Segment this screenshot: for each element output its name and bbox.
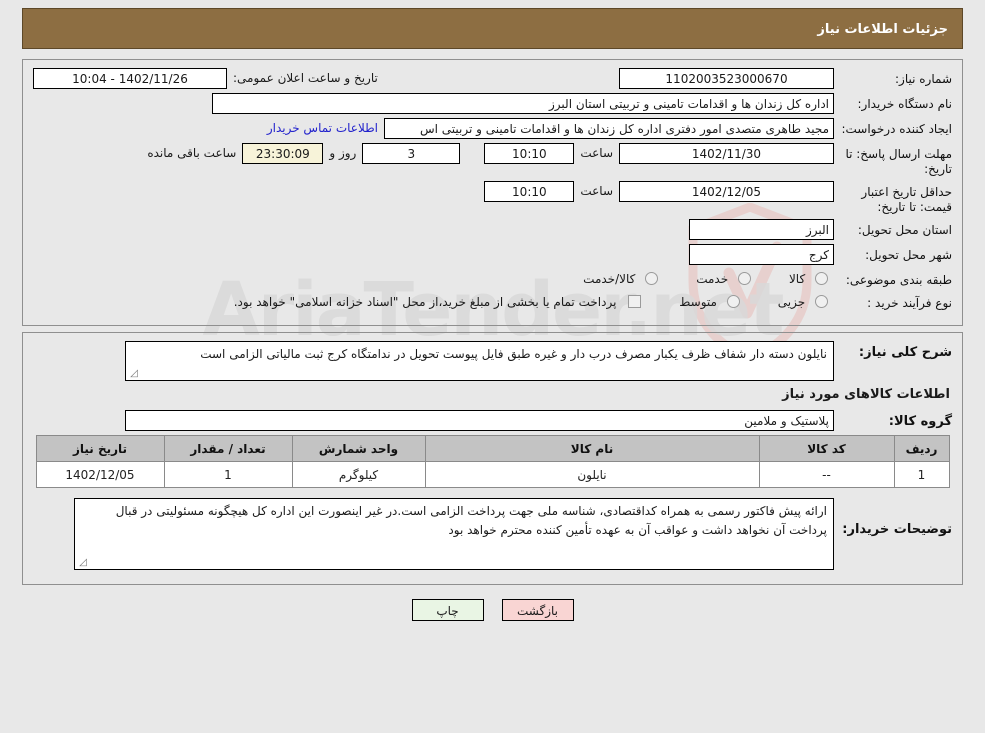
buyer-notes-label: توضیحات خریدار: <box>842 522 952 537</box>
validity-hour-label: ساعت <box>580 184 613 198</box>
radio-process-0[interactable] <box>815 295 828 308</box>
summary-label: شرح کلی نیاز: <box>858 345 952 360</box>
deadline-label: مهلت ارسال پاسخ: تا تاریخ: <box>845 147 952 176</box>
col-index: ردیف <box>893 435 950 462</box>
deadline-hour-label: ساعت <box>580 146 613 160</box>
summary-textarea[interactable]: نایلون دسته دار شفاف ظرف یکبار مصرف درب … <box>125 341 834 381</box>
table-row: 1 -- نایلون کیلوگرم 1 1402/12/05 <box>35 461 950 488</box>
need-number-value: 1102003523000670 <box>619 68 834 89</box>
col-name: نام کالا <box>424 435 760 462</box>
cell-date: 1402/12/05 <box>35 461 165 488</box>
resize-grip-icon[interactable]: ◿ <box>128 369 138 379</box>
print-button[interactable]: چاپ <box>411 599 484 621</box>
cell-unit: کیلوگرم <box>291 461 426 488</box>
cell-index: 1 <box>893 461 950 488</box>
page-root: جزئیات اطلاعات نیاز شماره نیاز: 11020035… <box>0 0 985 621</box>
row-deadline: مهلت ارسال پاسخ: تا تاریخ: 1402/11/30 سا… <box>33 143 952 177</box>
process-label: نوع فرآیند خرید : <box>867 296 952 310</box>
col-code: کد کالا <box>758 435 895 462</box>
category-option-0[interactable]: کالا <box>789 269 834 286</box>
resize-grip-icon-notes[interactable]: ◿ <box>77 558 87 568</box>
category-option-2-label: کالا/خدمت <box>583 272 636 286</box>
row-summary: شرح کلی نیاز: نایلون دسته دار شفاف ظرف ی… <box>33 341 952 381</box>
row-province: استان محل تحویل: البرز <box>33 219 952 240</box>
city-label: شهر محل تحویل: <box>865 248 952 262</box>
validity-time: 10:10 <box>484 181 575 202</box>
goods-group-label: گروه کالا: <box>888 414 952 429</box>
checkbox-treasury-note[interactable] <box>628 295 642 308</box>
days-remaining: 3 <box>362 143 461 164</box>
col-qty: تعداد / مقدار <box>163 435 293 462</box>
city-value: کرج <box>689 244 834 265</box>
validity-label: حداقل تاریخ اعتبار قیمت: تا تاریخ: <box>861 185 952 214</box>
row-category: طبقه بندی موضوعی: کالا خدمت کالا/خدمت <box>33 269 952 288</box>
goods-section-title: اطلاعات کالاهای مورد نیاز <box>782 387 950 402</box>
summary-text: نایلون دسته دار شفاف ظرف یکبار مصرف درب … <box>200 347 827 361</box>
radio-category-1[interactable] <box>737 272 751 285</box>
announce-value: 1402/11/26 - 10:04 <box>33 68 227 89</box>
back-button[interactable]: بازگشت <box>501 599 574 621</box>
row-buyer-org: نام دستگاه خریدار: اداره کل زندان ها و ا… <box>33 93 952 114</box>
requester-label: ایجاد کننده درخواست: <box>841 122 952 136</box>
category-option-2[interactable]: کالا/خدمت <box>583 269 664 286</box>
cell-qty: 1 <box>163 461 293 488</box>
treasury-note-label: پرداخت تمام یا بخشی از مبلغ خرید،از محل … <box>233 295 617 309</box>
cell-code: -- <box>758 461 895 488</box>
category-option-0-label: کالا <box>788 272 806 286</box>
buyer-contact-link[interactable]: اطلاعات تماس خریدار <box>267 121 378 135</box>
buyer-org-label: نام دستگاه خریدار: <box>857 97 953 111</box>
goods-table: ردیف کد کالا نام کالا واحد شمارش تعداد /… <box>35 435 950 488</box>
cell-name: نایلون <box>424 461 760 488</box>
province-value: البرز <box>689 219 834 240</box>
category-label: طبقه بندی موضوعی: <box>845 273 952 287</box>
process-option-0-label: جزیی <box>777 295 806 309</box>
row-validity: حداقل تاریخ اعتبار قیمت: تا تاریخ: 1402/… <box>33 181 952 215</box>
requester-value: مجید طاهری متصدی امور دفتری اداره کل زند… <box>384 118 834 139</box>
category-option-1[interactable]: خدمت <box>696 269 757 286</box>
category-option-1-label: خدمت <box>696 272 729 286</box>
col-unit: واحد شمارش <box>291 435 426 462</box>
goods-group-value: پلاستیک و ملامین <box>125 410 834 431</box>
row-need-number: شماره نیاز: 1102003523000670 تاریخ و ساع… <box>33 68 952 89</box>
process-option-1[interactable]: متوسط <box>679 292 746 309</box>
radio-category-0[interactable] <box>815 272 828 285</box>
treasury-note-option[interactable]: پرداخت تمام یا بخشی از مبلغ خرید،از محل … <box>234 292 650 309</box>
time-remaining: 23:30:09 <box>242 143 324 164</box>
radio-category-2[interactable] <box>645 272 659 285</box>
footer-button-bar: بازگشت چاپ <box>22 599 963 621</box>
need-info-panel: شماره نیاز: 1102003523000670 تاریخ و ساع… <box>22 59 963 326</box>
row-process: نوع فرآیند خرید : جزیی متوسط پرداخت تمام… <box>33 292 952 311</box>
table-header-row: ردیف کد کالا نام کالا واحد شمارش تعداد /… <box>35 435 950 462</box>
process-option-1-label: متوسط <box>679 295 717 309</box>
need-number-label: شماره نیاز: <box>895 72 952 86</box>
buyer-notes-textarea[interactable]: ارائه پیش فاکتور رسمی به همراه کداقتصادی… <box>74 498 834 570</box>
days-word-label: روز و <box>329 146 357 160</box>
remaining-suffix-label: ساعت باقی مانده <box>147 146 237 160</box>
deadline-date: 1402/11/30 <box>619 143 834 164</box>
radio-process-1[interactable] <box>726 295 740 308</box>
row-buyer-notes: توضیحات خریدار: ارائه پیش فاکتور رسمی به… <box>33 498 952 570</box>
buyer-org-value: اداره کل زندان ها و اقدامات تامینی و ترب… <box>212 93 834 114</box>
row-requester: ایجاد کننده درخواست: مجید طاهری متصدی ام… <box>33 118 952 139</box>
row-goods-group: گروه کالا: پلاستیک و ملامین <box>33 410 952 431</box>
process-option-0[interactable]: جزیی <box>778 292 834 309</box>
col-date: تاریخ نیاز <box>35 435 165 462</box>
row-city: شهر محل تحویل: کرج <box>33 244 952 265</box>
validity-date: 1402/12/05 <box>619 181 834 202</box>
need-description-panel: شرح کلی نیاز: نایلون دسته دار شفاف ظرف ی… <box>22 332 963 585</box>
announce-label: تاریخ و ساعت اعلان عمومی: <box>233 71 378 85</box>
deadline-time: 10:10 <box>484 143 575 164</box>
buyer-notes-text: ارائه پیش فاکتور رسمی به همراه کداقتصادی… <box>115 504 827 537</box>
page-title: جزئیات اطلاعات نیاز <box>22 8 963 49</box>
province-label: استان محل تحویل: <box>857 223 952 237</box>
